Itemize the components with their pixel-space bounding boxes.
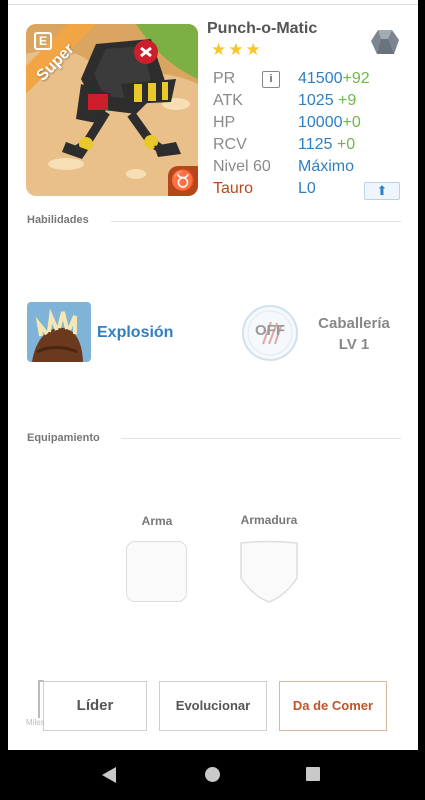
stat-row-sign: Tauro L0 ⬆ [213,180,403,202]
corner-letter-icon: E [34,32,52,50]
unit-name: Punch-o-Matic [207,20,318,37]
sign-label: Tauro [213,180,254,197]
level-value: Máximo [298,158,355,175]
equipment-divider [121,438,401,439]
stat-label: HP [213,114,236,131]
sign-level-value: L0 [298,180,316,197]
top-divider [8,4,418,5]
stat-bonus: +0 [336,136,356,153]
taurus-sign-icon: ♉ [168,166,198,196]
stat-bonus: +0 [342,114,361,131]
armor-slot[interactable] [239,540,299,604]
stat-bonus: +92 [342,70,370,87]
stats-panel: PR i 41500+92 ATK 1025 +9 HP 10000+0 RCV… [213,70,403,202]
skill-explosion-icon[interactable] [27,302,91,362]
passive-skill-info[interactable]: Caballería LV 1 [304,313,404,355]
back-triangle-icon[interactable] [102,767,116,783]
stat-row-level: Nivel 60 Máximo [213,158,403,180]
upgrade-arrow-button[interactable]: ⬆ [364,182,400,200]
info-button[interactable]: i [262,71,280,88]
recents-square-icon[interactable] [306,767,320,781]
stat-value: 41500+92 [298,70,370,88]
system-nav-bar [0,750,425,800]
stat-value: 1025 +9 [298,92,356,110]
weapon-label: Arma [141,514,173,528]
arrow-up-icon: ⬆ [376,183,388,198]
stat-row-atk: ATK 1025 +9 [213,92,403,114]
feed-button[interactable]: Da de Comer [279,681,387,731]
stat-bonus: +9 [338,92,357,109]
stat-label: PR [213,70,236,87]
passive-off-label: OFF [255,322,285,339]
rarity-stars: ★★★ [211,40,263,59]
fist-icon [27,302,91,362]
home-circle-icon[interactable] [205,767,220,782]
passive-skill-level: LV 1 [338,336,370,353]
level-label: Nivel 60 [213,158,271,175]
stat-base: 1125 [298,136,333,153]
skills-divider [111,221,401,222]
stat-value: 1125 +0 [298,136,355,154]
watermark-text: Miles [26,718,45,727]
unit-portrait[interactable]: Super E ♉ [26,24,198,196]
stat-base: 10000 [298,114,343,131]
stat-label: ATK [213,92,243,109]
passive-skill-name: Caballería [318,315,390,332]
evolve-button[interactable]: Evolucionar [159,681,267,731]
unit-detail-screen: Super E ♉ Punch-o-Matic ★★★ PR i 41500+9… [8,0,418,750]
stat-row-hp: HP 10000+0 [213,114,403,136]
equipment-section-title: Equipamiento [27,432,100,444]
stat-base: 41500 [298,70,343,87]
stat-label: RCV [213,136,247,153]
stat-base: 1025 [298,92,334,109]
armor-label: Armadura [240,513,298,527]
leader-button[interactable]: Líder [43,681,147,731]
active-skill-name[interactable]: Explosión [97,324,173,342]
rock-gem-icon [371,30,399,54]
stat-value: 10000+0 [298,114,361,132]
stat-row-pr: PR i 41500+92 [213,70,403,92]
weapon-slot[interactable] [126,541,187,602]
skills-section-title: Habilidades [27,214,89,226]
stat-row-rcv: RCV 1125 +0 [213,136,403,158]
